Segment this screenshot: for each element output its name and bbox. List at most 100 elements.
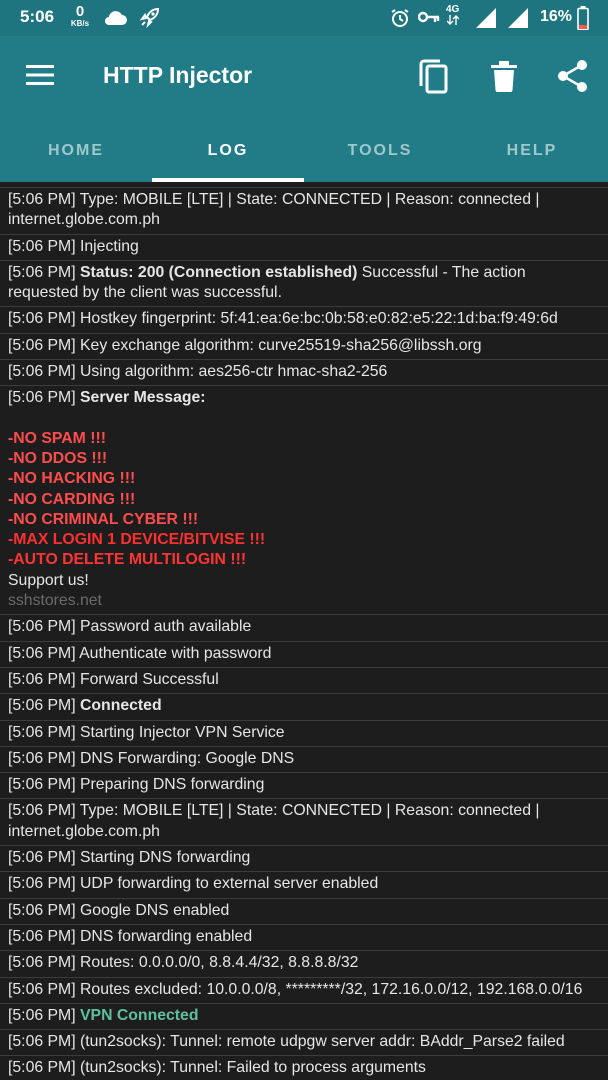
log-timestamp: [5:06 PM]: [8, 802, 76, 820]
log-message: Starting Injector VPN Service: [75, 723, 285, 741]
status-time: 5:06: [20, 7, 55, 26]
cloud-icon: [103, 8, 127, 31]
server-rule: -NO DDOS !!!: [8, 449, 108, 467]
network-type-label: 4G: [446, 4, 460, 15]
log-message: Key exchange algorithm: curve25519-sha25…: [75, 336, 482, 354]
log-timestamp: [5:06 PM]: [8, 927, 76, 945]
log-message: Forward Successful: [75, 670, 219, 688]
log-entry: [5:06 PM] Key exchange algorithm: curve2…: [0, 334, 608, 361]
copy-log-button[interactable]: [416, 58, 450, 94]
log-entry: [5:06 PM] Routes: 0.0.0.0/0, 8.8.4.4/32,…: [0, 951, 608, 978]
log-message: UDP forwarding to external server enable…: [75, 875, 379, 893]
log-timestamp: [5:06 PM]: [8, 237, 76, 255]
log-timestamp: [5:06 PM]: [8, 954, 76, 972]
vpn-key-icon: [417, 10, 440, 29]
log-entry: [5:06 PM] Type: MOBILE [LTE] | State: CO…: [0, 188, 608, 235]
log-message: Routes excluded: 10.0.0.0/8, *********/3…: [75, 980, 583, 998]
status-bar: 5:06 0 KB/s 4G 16%: [0, 0, 608, 36]
log-timestamp: [5:06 PM]: [8, 1006, 76, 1024]
log-timestamp: [5:06 PM]: [8, 670, 76, 688]
log-timestamp: [5:06 PM]: [8, 644, 76, 662]
trash-icon: [491, 61, 517, 92]
server-rule: -NO HACKING !!!: [8, 470, 136, 488]
vpn-connected-status: VPN Connected: [75, 1006, 199, 1024]
server-rule: -NO SPAM !!!: [8, 429, 106, 447]
log-entry: [5:06 PM] Hostkey fingerprint: 5f:41:ea:…: [0, 307, 608, 334]
server-rule: -MAX LOGIN 1 DEVICE/BITVISE !!!: [8, 531, 266, 549]
log-entry: [5:06 PM] Type: MOBILE [LTE] | State: CO…: [0, 799, 608, 847]
log-entry: [5:06 PM] Using algorithm: aes256-ctr hm…: [0, 360, 608, 387]
log-entry: [5:06 PM] (tun2socks): Tunnel: remote ud…: [0, 1030, 608, 1057]
log-entry: [5:06 PM] Google DNS enabled: [0, 899, 608, 925]
tab-tools[interactable]: TOOLS: [304, 116, 456, 182]
battery-icon: [577, 6, 589, 35]
log-entry: [5:06 PM] DNS Forwarding: Google DNS: [0, 747, 608, 774]
server-site-text: sshstores.net: [8, 592, 102, 610]
log-message: DNS forwarding enabled: [75, 927, 253, 945]
log-entry: [5:06 PM] Password auth available: [0, 615, 608, 642]
net-speed-indicator: 0 KB/s: [68, 4, 92, 28]
log-message: Google DNS enabled: [75, 901, 230, 919]
log-timestamp: [5:06 PM]: [8, 875, 76, 893]
net-speed-value: 0: [75, 3, 85, 20]
log-message: DNS Forwarding: Google DNS: [75, 749, 295, 767]
log-timestamp: [5:06 PM]: [8, 389, 76, 407]
log-message: Password auth available: [75, 618, 252, 636]
server-rule: -AUTO DELETE MULTILOGIN !!!: [8, 551, 247, 569]
log-message: (tun2socks): Tunnel: remote udpgw server…: [75, 1033, 565, 1051]
log-message: Type: MOBILE [LTE] | State: CONNECTED | …: [8, 191, 544, 229]
battery-percent: 16%: [540, 8, 573, 25]
log-entry: [5:06 PM] Preparing DNS forwarding: [0, 773, 608, 800]
share-icon: [558, 60, 587, 92]
log-message: Using algorithm: aes256-ctr hmac-sha2-25…: [75, 363, 388, 381]
log-timestamp: [5:06 PM]: [8, 849, 76, 867]
tab-log[interactable]: LOG: [152, 116, 304, 182]
log-timestamp: [5:06 PM]: [8, 191, 76, 208]
log-entry: [5:06 PM] VPN Connected: [0, 1004, 608, 1031]
signal-strength-icon: [508, 8, 528, 33]
log-timestamp: [5:06 PM]: [8, 363, 76, 381]
log-timestamp: [5:06 PM]: [8, 618, 76, 636]
copy-icon: [419, 59, 448, 94]
share-button[interactable]: [556, 58, 590, 94]
log-timestamp: [5:06 PM]: [8, 1059, 76, 1077]
log-timestamp: [5:06 PM]: [8, 310, 76, 328]
log-message: Routes: 0.0.0.0/0, 8.8.4.4/32, 8.8.8.8/3…: [75, 954, 359, 972]
menu-button[interactable]: [26, 63, 54, 87]
log-timestamp: [5:06 PM]: [8, 336, 76, 354]
log-entry: [5:06 PM] DNS forwarding enabled: [0, 925, 608, 952]
log-timestamp: [5:06 PM]: [8, 776, 76, 794]
log-message: Type: MOBILE [LTE] | State: CONNECTED | …: [8, 802, 544, 840]
log-status-bold: Status: 200 (Connection established): [80, 263, 358, 281]
net-speed-unit: KB/s: [70, 19, 90, 28]
server-rule: -NO CARDING !!!: [8, 490, 136, 508]
clear-log-button[interactable]: [489, 58, 519, 94]
tab-help[interactable]: HELP: [456, 116, 608, 182]
server-message-heading: Server Message:: [80, 389, 206, 407]
log-message: (tun2socks): Tunnel: Failed to process a…: [75, 1059, 426, 1077]
network-type-indicator: 4G: [446, 5, 459, 28]
log-list[interactable]: [5:06 PM] Type: MOBILE [LTE] | State: CO…: [0, 182, 608, 1080]
log-entry: [5:06 PM] Connected: [0, 694, 608, 721]
app-title: HTTP Injector: [103, 62, 253, 88]
alarm-icon: [390, 8, 410, 33]
log-timestamp: [5:06 PM]: [8, 980, 76, 998]
log-message: Preparing DNS forwarding: [75, 776, 265, 794]
hamburger-menu-icon: [26, 65, 54, 85]
log-message: Hostkey fingerprint: 5f:41:ea:6e:bc:0b:5…: [75, 310, 558, 328]
log-entry: [5:06 PM] UDP forwarding to external ser…: [0, 872, 608, 899]
signal-strength-icon: [476, 8, 496, 33]
log-timestamp: [5:06 PM]: [8, 901, 76, 919]
log-message: Starting DNS forwarding: [75, 849, 251, 867]
log-timestamp: [5:06 PM]: [8, 749, 76, 767]
server-support-text: Support us!: [8, 571, 89, 589]
app-bar: HTTP Injector: [0, 36, 608, 116]
log-entry: [5:06 PM] Forward Successful: [0, 668, 608, 695]
log-message: Authenticate with password: [75, 644, 272, 662]
log-entry: [5:06 PM] Starting DNS forwarding: [0, 846, 608, 873]
log-entry: [5:06 PM] (tun2socks): Tunnel: Failed to…: [0, 1056, 608, 1080]
log-entry: [5:06 PM] Injecting: [0, 235, 608, 261]
tab-home[interactable]: HOME: [0, 116, 152, 182]
server-rule: -NO CRIMINAL CYBER !!!: [8, 510, 199, 528]
log-timestamp: [5:06 PM]: [8, 263, 76, 281]
